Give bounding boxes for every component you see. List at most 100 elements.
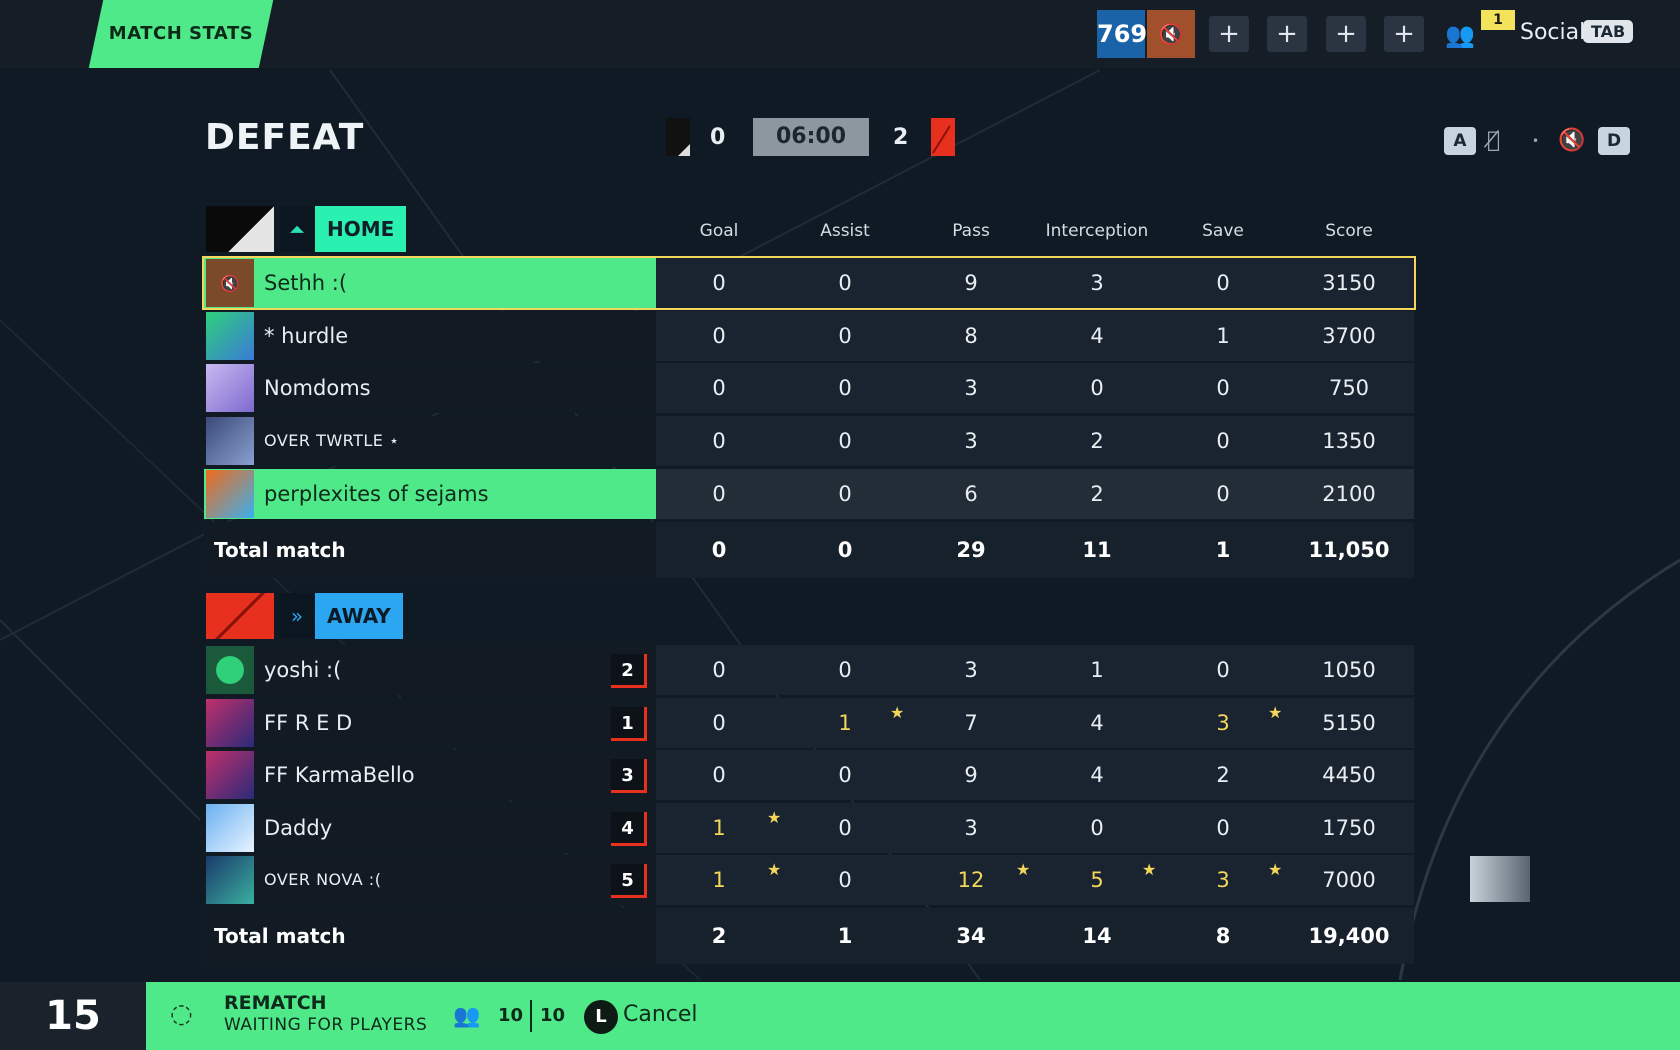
- away-team-flag: [931, 118, 955, 156]
- total-goal: 2: [711, 924, 727, 948]
- side-thumbnail: [1470, 856, 1530, 902]
- interception-value: 4: [1090, 711, 1104, 735]
- player-name: * hurdle: [264, 324, 349, 348]
- save-value: 0: [1216, 658, 1230, 682]
- key-hint-a: A: [1444, 127, 1476, 155]
- friends-icon[interactable]: 👥: [1442, 20, 1478, 50]
- assist-value: 1: [838, 711, 852, 735]
- table-row[interactable]: OVER NOVA :( 5 1 ★ 0 12 ★ 5 ★ 3 ★ 7000: [204, 855, 1414, 905]
- avatar: 🔇: [206, 259, 254, 307]
- assist-value: 0: [838, 324, 852, 348]
- player-name: FF R E D: [264, 711, 353, 735]
- assist-value: 0: [838, 816, 852, 840]
- goal-value: 0: [712, 376, 726, 400]
- save-value: 3: [1216, 868, 1230, 892]
- rank-badge: 4: [611, 812, 647, 846]
- speaker-muted-icon[interactable]: 🔇: [1558, 127, 1585, 155]
- rematch-status: WAITING FOR PLAYERS: [224, 1015, 428, 1035]
- score-value: 1050: [1322, 658, 1376, 682]
- add-party-slot-button[interactable]: +: [1384, 16, 1424, 52]
- player-avatar[interactable]: 🔇: [1147, 10, 1195, 58]
- total-score: 19,400: [1308, 924, 1390, 948]
- avatar: [206, 417, 254, 465]
- pass-value: 3: [964, 658, 978, 682]
- add-party-slot-button[interactable]: +: [1267, 16, 1307, 52]
- loading-spinner-icon: ◌: [170, 999, 193, 1029]
- total-label: Total match: [214, 538, 346, 562]
- muted-speaker-icon: 🔇: [1158, 22, 1184, 46]
- add-party-slot-button[interactable]: +: [1326, 16, 1366, 52]
- pass-value: 7: [964, 711, 978, 735]
- muted-speaker-icon: 🔇: [220, 273, 240, 293]
- total-score: 11,050: [1308, 538, 1390, 562]
- goal-value: 0: [712, 324, 726, 348]
- away-team-banner: [206, 593, 274, 639]
- table-row[interactable]: OVER TWRTLE ⋆ 0 0 3 2 0 1350: [204, 416, 1414, 466]
- interception-value: 3: [1090, 271, 1104, 295]
- total-assist: 0: [837, 538, 853, 562]
- goal-value: 1: [712, 816, 726, 840]
- goal-value: 0: [712, 482, 726, 506]
- table-row[interactable]: FF KarmaBello 3 0 0 9 4 2 4450: [204, 750, 1414, 800]
- column-save: Save: [1202, 221, 1244, 241]
- star-icon: ★: [767, 808, 782, 827]
- avatar: [206, 364, 254, 412]
- table-row[interactable]: yoshi :( 2 0 0 3 1 0 1050: [204, 645, 1414, 695]
- player-name: Sethh :(: [264, 271, 348, 295]
- total-pass: 29: [956, 538, 986, 562]
- column-score: Score: [1325, 221, 1373, 241]
- table-row[interactable]: FF R E D 1 0 1 ★ 7 4 3 ★ 5150: [204, 698, 1414, 748]
- avatar: [206, 646, 254, 694]
- add-party-slot-button[interactable]: +: [1209, 16, 1249, 52]
- player-name: yoshi :(: [264, 658, 342, 682]
- away-team-name: AWAY: [315, 593, 403, 639]
- table-row[interactable]: Nomdoms 0 0 3 0 0 750: [204, 363, 1414, 413]
- pass-value: 8: [964, 324, 978, 348]
- table-row[interactable]: Daddy 4 1 ★ 0 3 0 0 1750: [204, 803, 1414, 853]
- star-icon: ★: [890, 703, 905, 722]
- save-value: 0: [1216, 816, 1230, 840]
- avatar: [206, 470, 254, 518]
- cancel-button[interactable]: Cancel: [623, 1002, 698, 1027]
- table-row[interactable]: perplexites of sejams 0 0 6 2 0 2100: [204, 469, 1414, 519]
- avatar: [206, 312, 254, 360]
- column-interception: Interception: [1045, 221, 1149, 241]
- player-level: 769: [1097, 10, 1147, 58]
- column-assist: Assist: [820, 221, 870, 241]
- rematch-label: REMATCH: [224, 992, 327, 1014]
- total-interception: 14: [1082, 924, 1112, 948]
- save-value: 0: [1216, 376, 1230, 400]
- total-save: 8: [1215, 924, 1231, 948]
- rank-badge: 1: [611, 707, 647, 741]
- star-icon: ★: [1268, 703, 1283, 722]
- total-interception: 11: [1082, 538, 1112, 562]
- away-team-emblem-icon: »: [280, 593, 314, 639]
- goal-value: 0: [712, 658, 726, 682]
- goal-value: 1: [712, 868, 726, 892]
- interception-value: 4: [1090, 763, 1104, 787]
- home-team-emblem-icon: ⏶: [280, 206, 314, 252]
- cancel-key-hint[interactable]: L: [584, 1000, 618, 1034]
- pass-value: 9: [964, 271, 978, 295]
- total-goal: 0: [711, 538, 727, 562]
- rank-badge: 3: [611, 759, 647, 793]
- assist-value: 0: [838, 271, 852, 295]
- match-result: DEFEAT: [205, 117, 365, 158]
- avatar: [206, 856, 254, 904]
- pass-value: 6: [964, 482, 978, 506]
- table-row[interactable]: * hurdle 0 0 8 4 1 3700: [204, 311, 1414, 361]
- assist-value: 0: [838, 376, 852, 400]
- tab-key-hint: TAB: [1583, 20, 1634, 43]
- table-row[interactable]: 🔇 Sethh :( 0 0 9 3 0 3150: [202, 256, 1416, 310]
- column-goal: Goal: [699, 221, 739, 241]
- star-icon: ★: [767, 860, 782, 879]
- mic-off-icon[interactable]: 🎙̸: [1487, 127, 1500, 155]
- social-button[interactable]: Social: [1520, 20, 1585, 45]
- total-label: Total match: [214, 924, 346, 948]
- save-value: 0: [1216, 429, 1230, 453]
- assist-value: 0: [838, 429, 852, 453]
- home-total-row: Total match 0 0 29 11 1 11,050: [204, 522, 1414, 578]
- tab-match-stats[interactable]: MATCH STATS: [88, 0, 274, 68]
- goal-value: 0: [712, 429, 726, 453]
- pass-value: 12: [957, 868, 985, 892]
